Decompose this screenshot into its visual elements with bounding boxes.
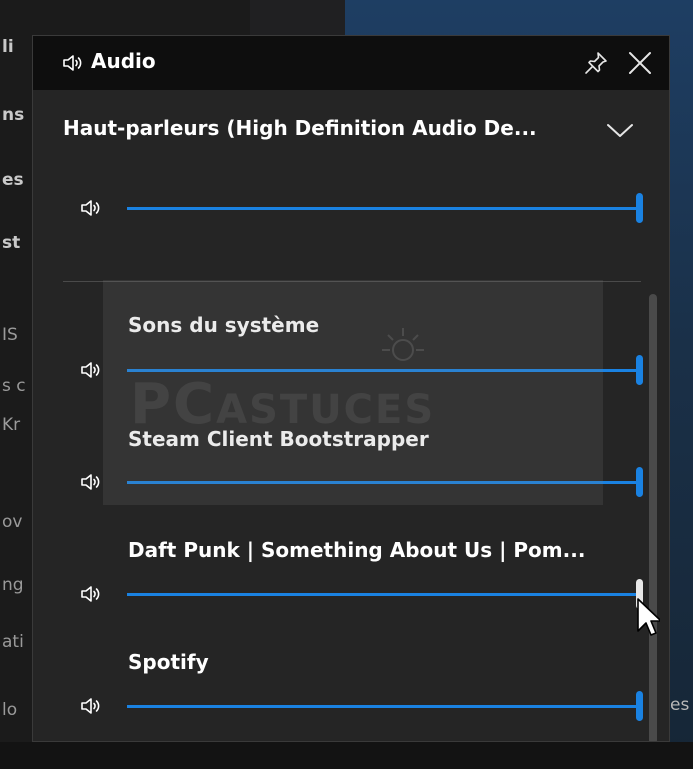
master-volume-slider[interactable] [127, 193, 643, 223]
audio-panel: Audio Haut-parleurs (High Definition Aud… [32, 35, 670, 742]
background-text: ns [2, 105, 25, 125]
speaker-icon[interactable] [79, 582, 105, 606]
app-volume-slider[interactable] [127, 355, 643, 385]
slider-fill [127, 369, 643, 372]
speaker-icon[interactable] [79, 196, 105, 220]
app-volume-row [33, 688, 669, 728]
app-label-system-sounds: Sons du système [128, 313, 320, 337]
slider-fill [127, 481, 643, 484]
speaker-icon [63, 55, 82, 71]
background-text: Kr [2, 415, 21, 435]
app-label-spotify: Spotify [128, 650, 209, 674]
close-icon[interactable] [621, 44, 659, 82]
slider-fill [127, 705, 643, 708]
app-volume-slider[interactable] [127, 467, 643, 497]
background-text: ng [2, 575, 24, 595]
slider-thumb[interactable] [636, 579, 643, 609]
app-label-daft-punk: Daft Punk | Something About Us | Pom... [128, 538, 586, 562]
background-app-bottom [0, 742, 693, 769]
background-text: lo [2, 700, 18, 720]
background-text: es [670, 695, 690, 715]
background-text: st [2, 233, 21, 253]
slider-fill [127, 593, 643, 596]
app-volume-row [33, 352, 669, 392]
background-text: es [2, 170, 24, 190]
pin-icon[interactable] [581, 48, 611, 78]
speaker-icon[interactable] [79, 470, 105, 494]
slider-thumb[interactable] [636, 193, 643, 223]
slider-thumb[interactable] [636, 467, 643, 497]
app-volume-row [33, 576, 669, 616]
background-text: IS [2, 325, 18, 345]
background-text: ov [2, 512, 23, 532]
slider-thumb[interactable] [636, 691, 643, 721]
speaker-icon[interactable] [79, 358, 105, 382]
slider-thumb[interactable] [636, 355, 643, 385]
panel-titlebar: Audio [33, 36, 669, 90]
slider-fill [127, 207, 643, 210]
output-device-name: Haut-parleurs (High Definition Audio De.… [63, 116, 537, 140]
app-volume-slider[interactable] [127, 579, 643, 609]
app-volume-row [33, 464, 669, 504]
output-device-selector[interactable]: Haut-parleurs (High Definition Audio De.… [63, 116, 643, 146]
master-volume-row [33, 190, 669, 230]
section-divider [63, 281, 641, 282]
app-label-steam: Steam Client Bootstrapper [128, 427, 429, 451]
panel-scrollbar[interactable] [649, 294, 657, 741]
background-text: li [2, 37, 14, 57]
panel-title: Audio [91, 49, 156, 73]
background-text: s c [2, 376, 26, 396]
speaker-icon[interactable] [79, 694, 105, 718]
app-volume-slider[interactable] [127, 691, 643, 721]
chevron-down-icon[interactable] [605, 120, 635, 140]
background-text: ati [2, 632, 24, 652]
